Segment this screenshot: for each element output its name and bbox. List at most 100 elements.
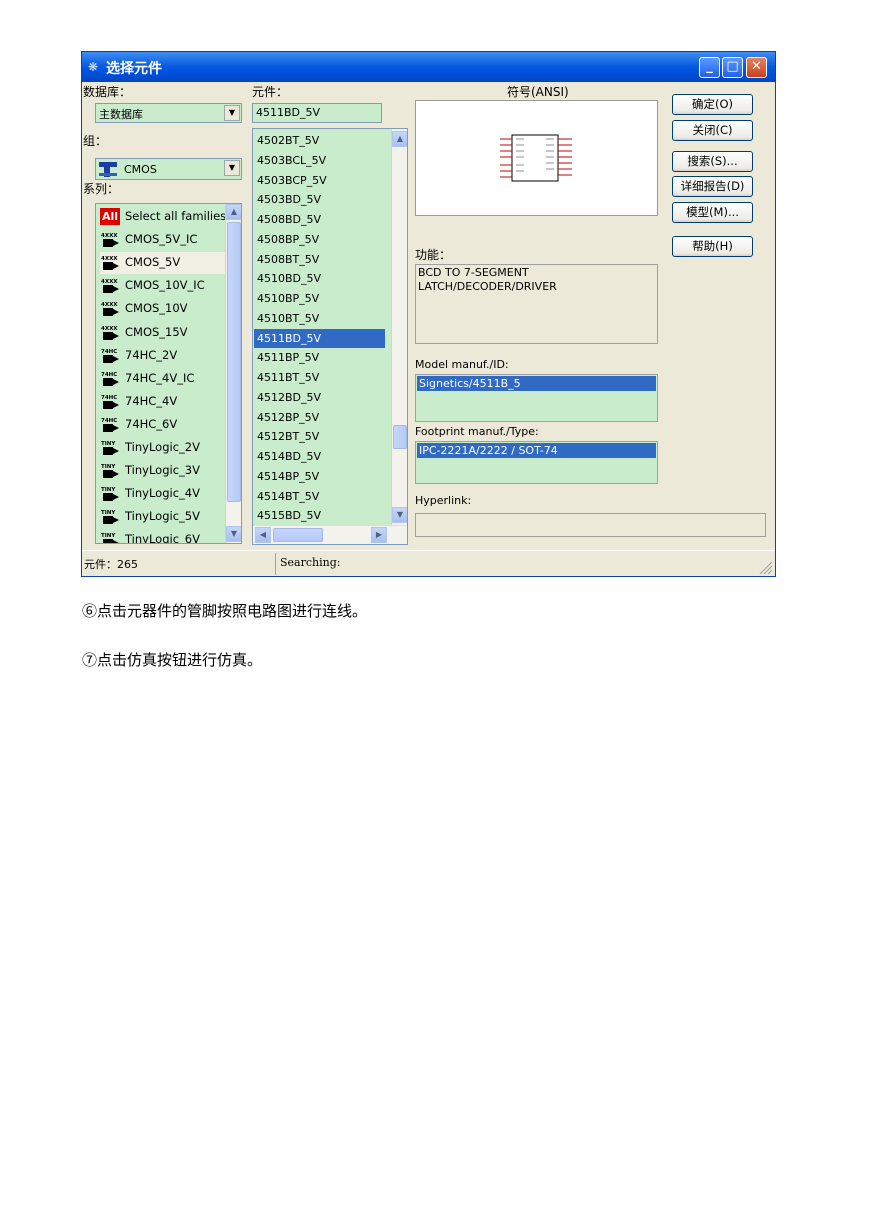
family-chip-icon: 4XXX [100,324,120,341]
component-list-item[interactable]: 4514BD_5V [254,447,385,467]
family-chip-icon: 4XXX [100,254,120,271]
svg-text:74HC: 74HC [101,349,117,355]
scroll-down-icon[interactable]: ▼ [392,507,407,523]
family-item-label: CMOS_15V [125,324,188,339]
close-button[interactable]: 关闭(C) [672,120,753,141]
svg-text:4XXX: 4XXX [101,279,118,285]
family-list-item[interactable]: All Select all families [100,206,226,228]
family-list-item[interactable]: 74HC 74HC_4V [100,391,220,413]
chevron-down-icon[interactable]: ▼ [224,105,240,121]
component-list-item[interactable]: 4511BP_5V [254,348,385,368]
family-list-item[interactable]: 74HC 74HC_2V [100,345,220,367]
title-bar[interactable]: ❋ 选择元件 _ □ ✕ [82,52,775,82]
family-scrollbar[interactable]: ▲ ▼ [225,204,241,543]
scroll-up-icon[interactable]: ▲ [392,131,407,147]
database-label: 数据库： [83,85,132,99]
family-list-item[interactable]: 74HC 74HC_4V_IC [100,368,220,390]
component-list-item[interactable]: 4512BD_5V [254,388,385,408]
family-item-label: 74HC_2V [125,347,178,362]
scroll-up-icon[interactable]: ▲ [226,204,241,220]
model-label: Model manuf./ID: [415,358,509,371]
family-list-item[interactable]: TINY TinyLogic_2V [100,437,220,459]
component-hscrollbar[interactable]: ◀ ▶ [253,526,407,544]
family-list-item[interactable]: TINY TinyLogic_5V [100,506,220,528]
svg-text:74HC: 74HC [101,372,117,378]
component-list-item[interactable]: 4512BT_5V [254,427,385,447]
function-description: BCD TO 7-SEGMENT LATCH/DECODER/DRIVER [415,264,658,344]
instruction-step-7: ⑦点击仿真按钮进行仿真。 [82,651,263,669]
database-dropdown[interactable]: 主数据库 ▼ [95,103,242,123]
component-list-item[interactable]: 4508BT_5V [254,250,385,270]
component-label: 元件： [252,85,289,99]
scroll-thumb[interactable] [227,222,241,502]
scroll-thumb[interactable] [393,425,407,449]
status-divider [275,553,276,575]
family-chip-icon: 74HC [100,416,120,433]
component-list[interactable]: 4502BT_5V 4503BCL_5V 4503BCP_5V 4503BD_5V 45… [252,128,408,545]
svg-text:TINY: TINY [101,441,116,447]
component-input[interactable]: 4511BD_5V [252,103,382,123]
hyperlink-field[interactable] [415,513,766,537]
component-list-item[interactable]: 4510BP_5V [254,289,385,309]
family-list-item[interactable]: TINY TinyLogic_3V [100,460,220,482]
svg-text:TINY: TINY [101,510,116,516]
family-list-item[interactable]: 4XXX CMOS_5V [100,252,226,275]
help-button[interactable]: 帮助(H) [672,236,753,257]
close-window-button[interactable]: ✕ [746,57,767,78]
component-list-item[interactable]: 4511BT_5V [254,368,385,388]
component-list-item[interactable]: 4511BD_5V [254,328,385,349]
family-list-item[interactable]: 4XXX CMOS_10V_IC [100,275,220,297]
family-chip-icon: 4XXX [100,277,120,294]
family-item-label: Select all families [125,209,227,223]
component-list-item[interactable]: 4512BP_5V [254,408,385,428]
maximize-button[interactable]: □ [722,57,743,78]
svg-text:TINY: TINY [101,464,116,470]
component-list-item[interactable]: 4508BD_5V [254,210,385,230]
model-button[interactable]: 模型(M)... [672,202,753,223]
family-item-label: TinyLogic_2V [125,440,200,454]
family-list-item[interactable]: 4XXX CMOS_10V [100,298,220,320]
component-list-item[interactable]: 4508BP_5V [254,230,385,250]
footprint-selected-item[interactable]: IPC-2221A/2222 / SOT-74 [417,443,656,458]
hscroll-thumb[interactable] [273,528,323,542]
component-list-item[interactable]: 4514BT_5V [254,487,385,507]
family-item-label: 74HC_6V [125,416,178,431]
component-icon: ❋ [88,60,99,74]
resize-grip-icon[interactable] [759,561,773,575]
svg-text:4XXX: 4XXX [101,302,118,308]
model-selected-item[interactable]: Signetics/4511B_5 [417,376,656,391]
model-list[interactable]: Signetics/4511B_5 [415,374,658,422]
group-dropdown[interactable]: CMOS ▼ [95,158,242,180]
chevron-down-icon[interactable]: ▼ [224,160,240,176]
family-chip-icon: 4XXX [100,300,120,317]
family-list-item[interactable]: 4XXX CMOS_15V [100,322,220,344]
family-chip-icon: 74HC [100,393,120,410]
component-list-item[interactable]: 4515BD_5V [254,506,385,526]
family-chip-icon: TINY [100,439,120,456]
scroll-down-icon[interactable]: ▼ [226,526,241,542]
search-button[interactable]: 搜索(S)... [672,151,753,172]
ok-button[interactable]: 确定(O) [672,94,753,115]
component-list-item[interactable]: 4502BT_5V [254,131,385,151]
component-scrollbar[interactable]: ▲ ▼ [391,129,407,525]
component-list-item[interactable]: 4503BCL_5V [254,151,385,171]
scroll-left-icon[interactable]: ◀ [255,527,271,543]
detail-report-button[interactable]: 详细报告(D) [672,176,753,197]
scroll-right-icon[interactable]: ▶ [371,527,387,543]
component-list-item[interactable]: 4503BD_5V [254,190,385,210]
svg-text:74HC: 74HC [101,395,117,401]
component-list-item[interactable]: 4510BT_5V [254,309,385,329]
footprint-list[interactable]: IPC-2221A/2222 / SOT-74 [415,441,658,484]
component-list-item[interactable]: 4514BP_5V [254,467,385,487]
family-list-item[interactable]: TINY TinyLogic_6V [100,529,220,543]
component-list-item[interactable]: 4503BCP_5V [254,171,385,191]
family-list-item[interactable]: 4XXX CMOS_5V_IC [100,229,220,251]
minimize-button[interactable]: _ [699,57,720,78]
component-list-item[interactable]: 4510BD_5V [254,269,385,289]
family-list[interactable]: All Select all families 4XXX CMOS_5V_IC 4XXX… [95,203,242,544]
family-list-item[interactable]: 74HC 74HC_6V [100,414,220,436]
family-list-item[interactable]: TINY TinyLogic_4V [100,483,220,505]
symbol-preview [415,100,658,216]
family-item-label: CMOS_10V [125,301,188,316]
family-label: 系列： [83,182,120,196]
